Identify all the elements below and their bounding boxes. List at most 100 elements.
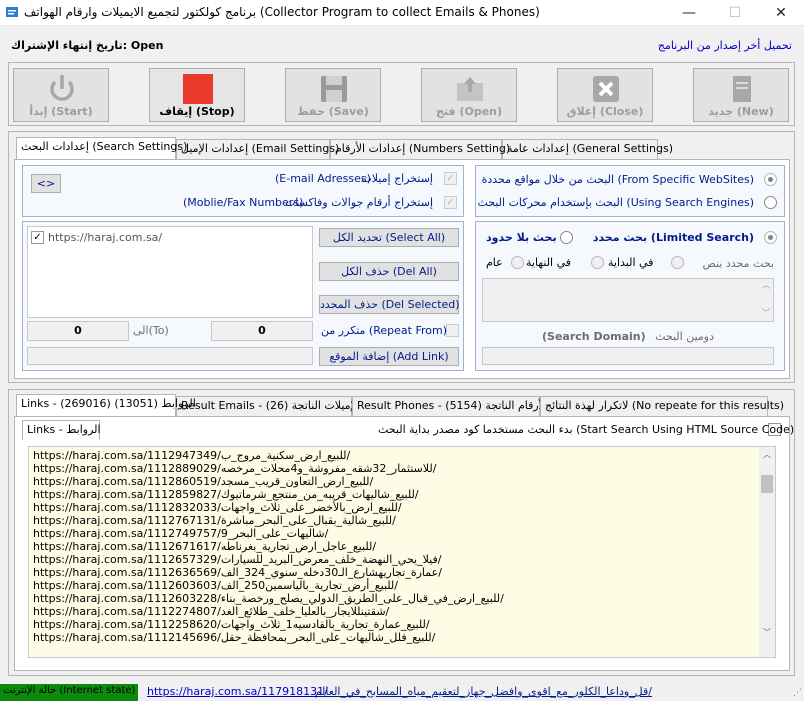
link-row[interactable]: https://haraj.com.sa/1112947349/للبيع_ار… bbox=[33, 449, 350, 462]
open-button[interactable]: فتح (Open) bbox=[421, 68, 517, 122]
link-row[interactable]: https://haraj.com.sa/1112859827/للبيع_شا… bbox=[33, 488, 419, 501]
extract-numbers-checkbox[interactable]: ✓ bbox=[444, 196, 457, 209]
extract-group: <> ✓ (E-mail Adresses) إستخراج إميلات ✓ … bbox=[22, 165, 464, 217]
radio-at-end[interactable] bbox=[591, 256, 604, 269]
stop-button[interactable]: إيقاف (Stop) bbox=[149, 68, 245, 122]
close-window-button[interactable]: ✕ bbox=[758, 0, 804, 26]
links-list[interactable]: https://haraj.com.sa/1112947349/للبيع_ار… bbox=[28, 446, 776, 658]
new-button[interactable]: جديد (New) bbox=[693, 68, 789, 122]
link-row[interactable]: https://haraj.com.sa/1112274807/شقتينللا… bbox=[33, 605, 389, 618]
internet-state: حالة الإنترنت (Internet state) bbox=[0, 684, 139, 701]
power-icon bbox=[50, 75, 74, 101]
radio-at-start[interactable] bbox=[671, 256, 684, 269]
link-row[interactable]: https://haraj.com.sa/1112258620/للبيع_عم… bbox=[33, 618, 430, 631]
link-row[interactable]: https://haraj.com.sa/1112636569/عمارة_تج… bbox=[33, 566, 442, 579]
radio-unlimited-search[interactable] bbox=[560, 231, 573, 244]
site-item[interactable]: https://haraj.com.sa/ bbox=[48, 231, 162, 244]
specific-websites-label: البحث من خلال مواقع محددة (From Specific… bbox=[481, 173, 754, 186]
html-source-label: بدء البحث مستخدما كود مصدر بداية البحث (… bbox=[378, 423, 795, 436]
search-source-group: البحث من خلال مواقع محددة (From Specific… bbox=[475, 165, 785, 217]
select-all-button[interactable]: تحديد الكل (Select All) bbox=[319, 228, 459, 247]
tab-no-repeat[interactable]: لاتكرار لهذة النتائج (No repeate for thi… bbox=[540, 396, 784, 416]
link-row[interactable]: https://haraj.com.sa/1112671617/للبيع_عا… bbox=[33, 540, 376, 553]
link-row[interactable]: https://haraj.com.sa/1112603603/للبيع_أر… bbox=[33, 579, 398, 592]
extract-emails-en: (E-mail Adresses) bbox=[275, 172, 371, 185]
tab-general-settings[interactable]: إعدادات عامة (General Settings) bbox=[502, 139, 673, 159]
link-row[interactable]: https://haraj.com.sa/1112860519/للبيع_ار… bbox=[33, 475, 373, 488]
app-icon bbox=[6, 7, 18, 17]
link-row[interactable]: https://haraj.com.sa/1112603228/للبيع_ار… bbox=[33, 592, 504, 605]
close-button[interactable]: إغلاق (Close) bbox=[557, 68, 653, 122]
tab-numbers-settings[interactable]: إعدادات الأرقام (Numbers Setting) bbox=[330, 139, 510, 159]
search-domain-input[interactable] bbox=[482, 347, 774, 365]
extract-emails-ar: إستخراج إميلات bbox=[361, 172, 433, 185]
add-link-input[interactable] bbox=[27, 347, 313, 365]
tab-links-inner[interactable]: Links - الروابط bbox=[22, 420, 101, 440]
repeat-checkbox[interactable] bbox=[446, 324, 459, 337]
sites-list[interactable]: ✓ https://haraj.com.sa/ bbox=[27, 226, 313, 318]
resize-grip-icon[interactable]: ⋰ bbox=[793, 688, 802, 698]
scroll-down-icon[interactable]: ﹀ bbox=[759, 627, 775, 639]
tab-result-phones[interactable]: Result Phones - الأرقام الناتجة (5154) bbox=[352, 396, 548, 416]
expiry-label: تاريخ إنتهاء الإشتراك: Open bbox=[11, 39, 164, 52]
to-label: الى(To) bbox=[133, 324, 169, 337]
repeat-label: متكرر من (Repeat From) bbox=[321, 324, 447, 337]
tab-email-settings[interactable]: إعدادات الإميل (Email Settings) bbox=[176, 139, 339, 159]
repeat-to-input[interactable]: 0 bbox=[27, 321, 129, 341]
delete-selected-button[interactable]: حذف المحدد (Del Selected) bbox=[319, 295, 460, 314]
sites-group: ✓ https://haraj.com.sa/ تحديد الكل (Sele… bbox=[22, 221, 464, 371]
start-button[interactable]: إبدأ (Start) bbox=[13, 68, 109, 122]
window-title: برنامج كولكتور لتجميع الايميلات وارقام ا… bbox=[24, 5, 540, 19]
update-link[interactable]: تحميل أخر إصدار من البرنامج bbox=[658, 39, 792, 52]
at-start-label: في البداية bbox=[608, 256, 654, 269]
links-scrollbar[interactable]: ︿ ﹀ bbox=[759, 447, 775, 657]
toolbar: جديد (New) إغلاق (Close) فتح (Open) حفظ … bbox=[8, 62, 795, 126]
search-mode-group: بحث محدد (Limited Search) بحث بلا حدود ب… bbox=[475, 221, 785, 371]
title-bar: برنامج كولكتور لتجميع الايميلات وارقام ا… bbox=[0, 0, 804, 26]
at-end-label: في النهاية bbox=[526, 256, 572, 269]
search-domain-en-label: (Search Domain) bbox=[542, 330, 646, 343]
delete-all-button[interactable]: حذف الكل (Del All) bbox=[319, 262, 459, 281]
maximize-button[interactable]: ☐ bbox=[712, 0, 758, 26]
scroll-up-icon[interactable]: ︿ bbox=[759, 449, 775, 461]
link-row[interactable]: https://haraj.com.sa/1112767131/للبيع_شا… bbox=[33, 514, 396, 527]
marquee-url[interactable]: https://haraj.com.sa/117918131/ bbox=[147, 685, 328, 698]
radio-general[interactable] bbox=[511, 256, 524, 269]
close-x-icon bbox=[593, 76, 619, 102]
radio-limited-search[interactable] bbox=[764, 231, 777, 244]
radio-search-engines[interactable] bbox=[764, 196, 777, 209]
search-domain-label: دومين البحث bbox=[655, 330, 714, 343]
limited-search-label: بحث محدد (Limited Search) bbox=[592, 231, 754, 244]
marquee-text[interactable]: قل_وداعا_الكلور_مع_اقوى_وافضل_جهاز_لتعقي… bbox=[308, 685, 652, 698]
toggle-button[interactable]: <> bbox=[31, 174, 61, 193]
scroll-thumb[interactable] bbox=[761, 475, 773, 493]
site-checkbox[interactable]: ✓ bbox=[31, 231, 44, 244]
tab-links[interactable]: Links - الروابط (13051) (269016) bbox=[16, 394, 196, 416]
link-row[interactable]: https://haraj.com.sa/1112832033/للبيع_ار… bbox=[33, 501, 402, 514]
save-disk-icon bbox=[321, 76, 347, 102]
general-label: عام bbox=[486, 256, 503, 269]
save-button[interactable]: حفظ (Save) bbox=[285, 68, 381, 122]
tab-result-emails[interactable]: Result Emails - الإميلات الناتجة (26) bbox=[176, 396, 360, 416]
search-text-input[interactable]: ︿ ﹀ bbox=[482, 278, 774, 322]
settings-tabs: إعدادات عامة (General Settings) إعدادات … bbox=[14, 137, 673, 159]
radio-specific-websites[interactable] bbox=[764, 173, 777, 186]
extract-emails-checkbox[interactable]: ✓ bbox=[444, 172, 457, 185]
link-row[interactable]: https://haraj.com.sa/1112145696/للبيع_فل… bbox=[33, 631, 435, 644]
link-row[interactable]: https://haraj.com.sa/1112889029/للاستثما… bbox=[33, 462, 436, 475]
search-text-label: بحث محدد بنص bbox=[702, 257, 774, 270]
tab-search-settings[interactable]: إعدادات البحث (Search Settings) bbox=[16, 137, 187, 159]
add-link-button[interactable]: إضافة الموقع (Add Link) bbox=[319, 347, 459, 366]
link-row[interactable]: https://haraj.com.sa/1112657329/فيلا_يحي… bbox=[33, 553, 441, 566]
link-row[interactable]: https://haraj.com.sa/1112749757/شاليهات_… bbox=[33, 527, 328, 540]
extract-numbers-ar: إستخراج أرقام جوالات وفاكسات bbox=[284, 196, 433, 209]
new-file-icon bbox=[733, 76, 751, 102]
search-engines-label: البحث بإستخدام محركات البحث (Using Searc… bbox=[477, 196, 754, 209]
minimize-button[interactable]: — bbox=[666, 0, 712, 26]
status-bar: حالة الإنترنت (Internet state) https://h… bbox=[0, 684, 804, 701]
unlimited-search-label: بحث بلا حدود bbox=[486, 231, 557, 244]
repeat-from-input[interactable]: 0 bbox=[211, 321, 313, 341]
results-tabs: Links - الروابط (13051) (269016) Result … bbox=[14, 394, 784, 416]
stop-icon bbox=[183, 74, 213, 104]
open-folder-icon bbox=[457, 77, 483, 101]
